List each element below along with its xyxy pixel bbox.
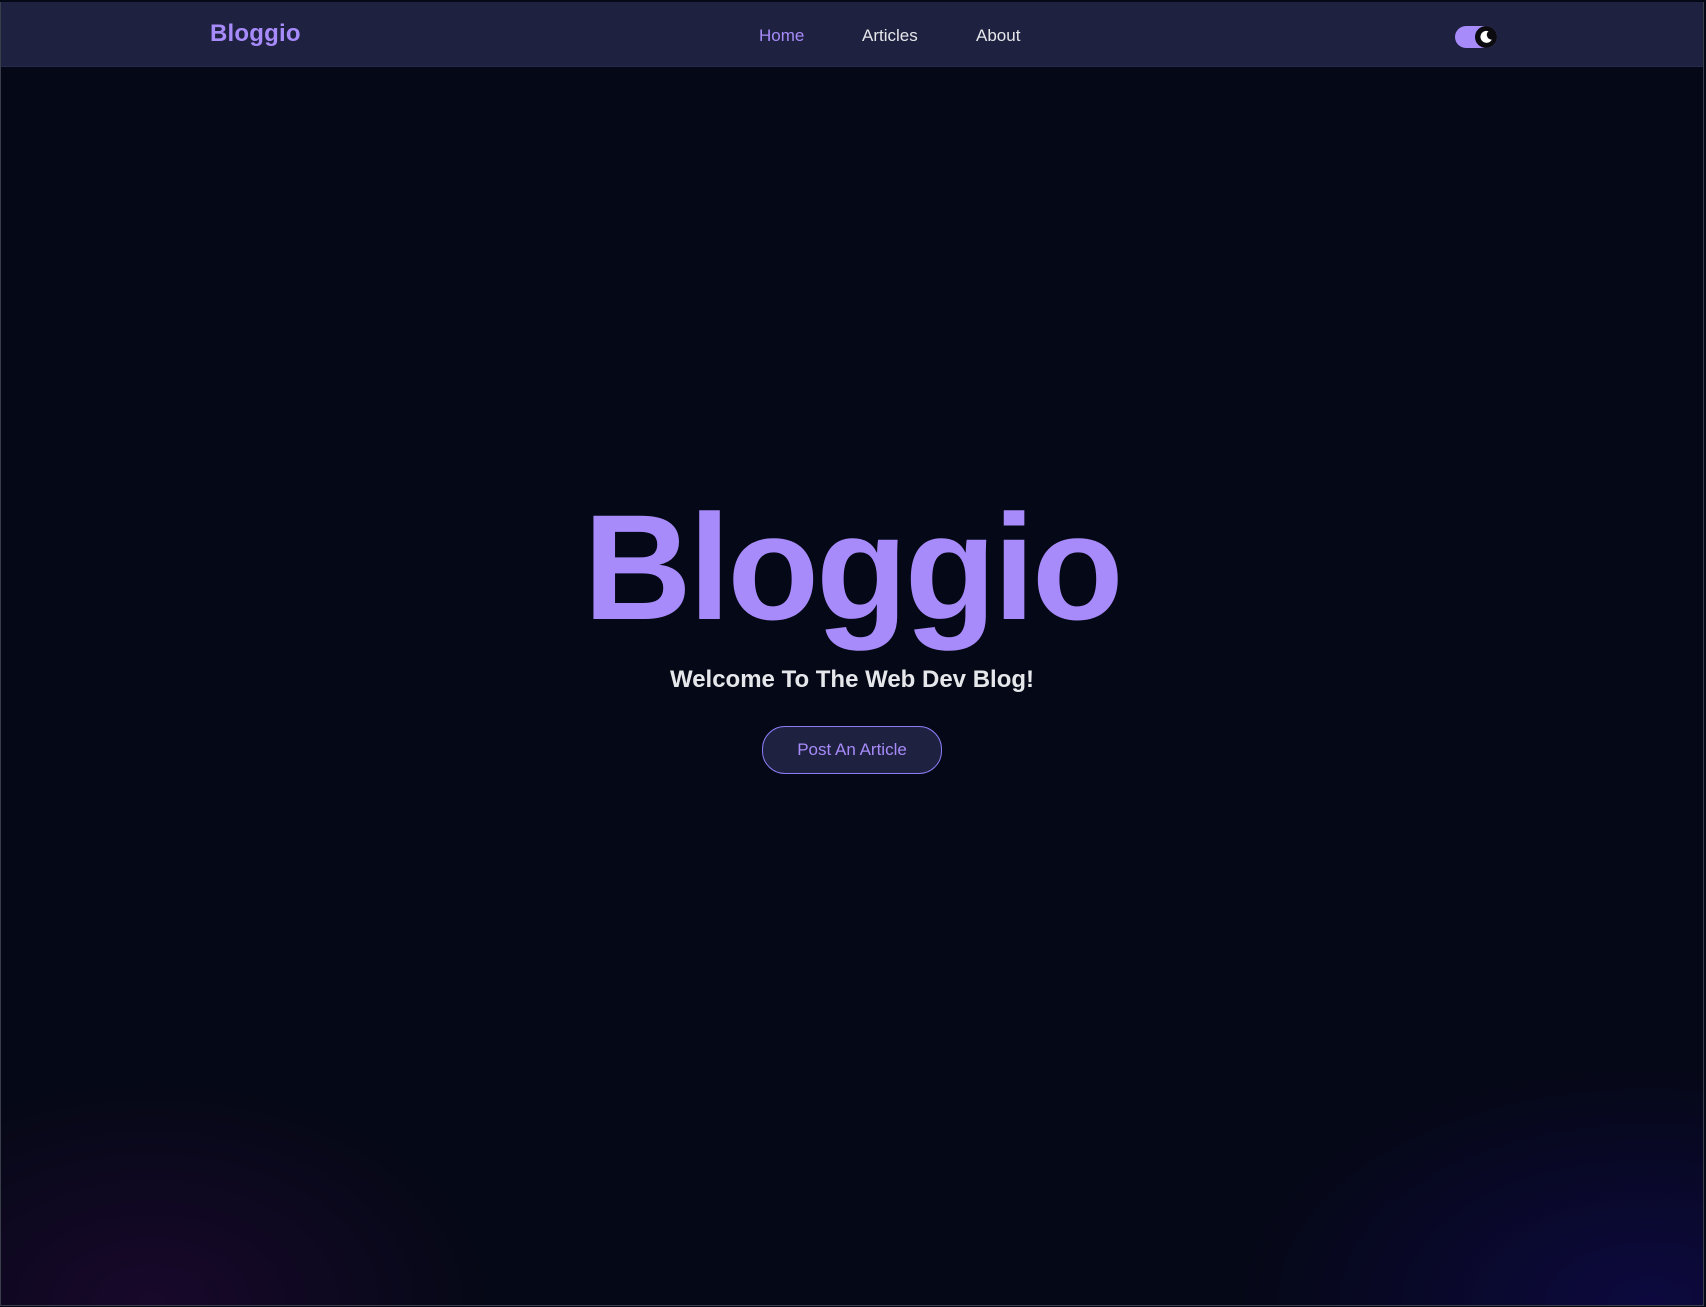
nav-link-about[interactable]: About <box>976 26 1020 46</box>
post-article-button[interactable]: Post An Article <box>762 726 942 774</box>
page: Bloggio Home Articles About Bloggio Welc… <box>0 2 1704 1306</box>
theme-toggle[interactable] <box>1455 26 1497 48</box>
nav-link-articles[interactable]: Articles <box>862 26 918 46</box>
hero-title: Bloggio <box>583 483 1123 651</box>
navbar: Bloggio Home Articles About <box>1 2 1703 67</box>
moon-icon <box>1480 30 1492 43</box>
hero-section: Bloggio Welcome To The Web Dev Blog! Pos… <box>1 482 1703 774</box>
brand-logo-link[interactable]: Bloggio <box>210 20 301 48</box>
toggle-knob <box>1475 26 1497 48</box>
nav-link-home[interactable]: Home <box>759 26 804 46</box>
hero-subtitle: Welcome To The Web Dev Blog! <box>669 666 1035 693</box>
